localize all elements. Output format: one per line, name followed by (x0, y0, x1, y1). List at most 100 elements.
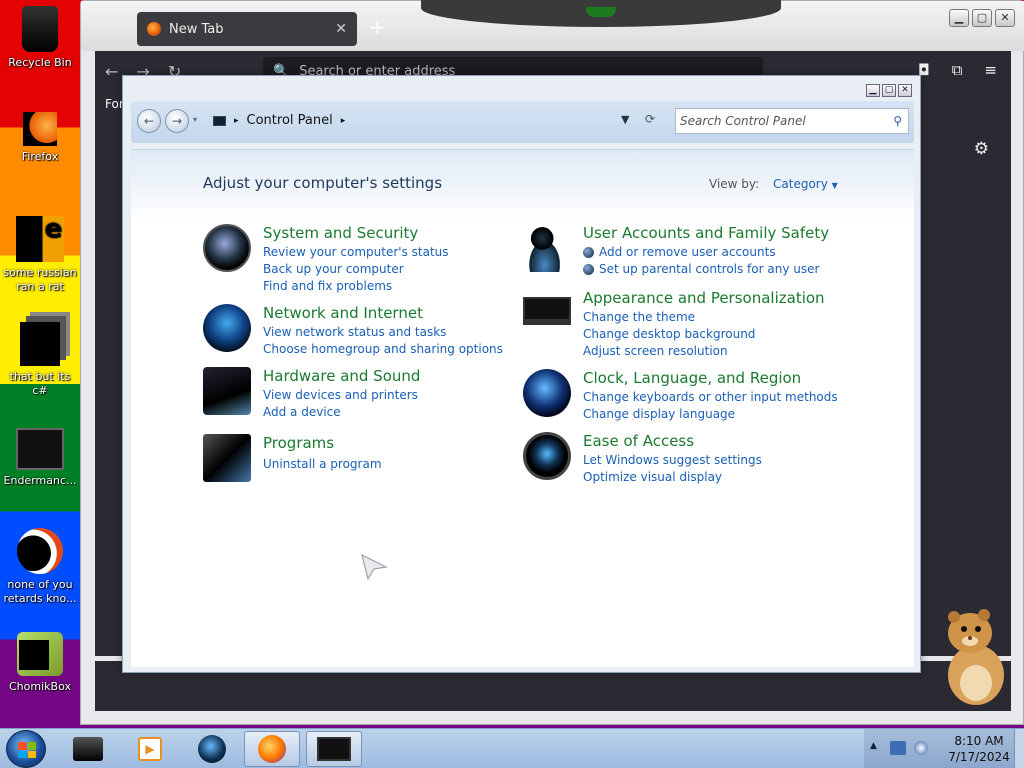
view-by-dropdown[interactable]: Category ▼ (773, 177, 838, 191)
view-by-label: View by: (709, 177, 760, 191)
category-link[interactable]: Choose homegroup and sharing options (263, 341, 503, 358)
category-link[interactable]: Find and fix problems (263, 278, 449, 295)
category-link[interactable]: Change keyboards or other input methods (583, 389, 838, 406)
desktop-icon-none-of-you[interactable]: none of you retards kno... (0, 528, 80, 606)
category-programs: Programs Uninstall a program (203, 434, 503, 484)
menu-icon[interactable]: ≡ (984, 61, 997, 79)
close-button[interactable]: ✕ (995, 9, 1015, 27)
breadcrumb-separator[interactable]: ▸ (234, 116, 239, 126)
desktop-icon-label: ChomikBox (9, 680, 71, 693)
search-icon[interactable]: ⚲ (893, 114, 902, 128)
category-network-internet: Network and Internet View network status… (203, 304, 503, 360)
category-title[interactable]: Programs (263, 434, 334, 452)
category-link[interactable]: Uninstall a program (263, 456, 382, 473)
clock-date: 7/17/2024 (948, 750, 1010, 764)
back-button[interactable]: ← (137, 109, 161, 133)
category-link[interactable]: Add or remove user accounts (583, 244, 819, 261)
shortcut-partial-text: For (105, 97, 124, 111)
category-title[interactable]: Appearance and Personalization (583, 289, 825, 307)
breadcrumb-control-panel[interactable]: Control Panel (247, 113, 333, 128)
desktop-icon-endermanch[interactable]: Endermanc... (0, 428, 80, 488)
taskbar-app-media-player[interactable]: ▶ (122, 731, 178, 767)
desktop-icon-recycle-bin[interactable]: Recycle Bin (0, 6, 80, 70)
category-appearance: Appearance and Personalization Change th… (523, 289, 843, 359)
network-icon[interactable] (914, 741, 928, 755)
circle-logo-icon (17, 528, 63, 574)
category-link[interactable]: View network status and tasks (263, 324, 503, 341)
ease-of-access-icon (523, 432, 571, 480)
category-link[interactable]: Change desktop background (583, 326, 755, 343)
search-input[interactable]: Search Control Panel ⚲ (675, 108, 909, 134)
category-link[interactable]: Let Windows suggest settings (583, 452, 762, 469)
taskbar: ▶ ▲ 8:10 AM 7/17/2024 (0, 728, 1024, 768)
desktop-icon-chomikbox[interactable]: ChomikBox (0, 632, 80, 694)
desktop-icon-label: that but its c# (9, 370, 71, 397)
action-center-icon[interactable] (890, 741, 906, 755)
category-link[interactable]: Change display language (583, 406, 838, 423)
category-title[interactable]: Network and Internet (263, 304, 423, 322)
category-user-accounts: User Accounts and Family Safety Add or r… (523, 224, 843, 280)
windows-logo-icon (18, 742, 36, 758)
globe-icon (198, 735, 226, 763)
recycle-bin-icon (22, 6, 58, 52)
clock[interactable]: 8:10 AM 7/17/2024 (944, 733, 1014, 765)
recent-pages-icon[interactable]: ▾ (193, 115, 197, 124)
taskbar-app-firefox[interactable] (244, 731, 300, 767)
tab-title: New Tab (169, 21, 224, 37)
category-title[interactable]: User Accounts and Family Safety (583, 224, 829, 242)
clock-time: 8:10 AM (954, 734, 1004, 748)
back-icon[interactable]: ← (105, 62, 118, 81)
category-title[interactable]: Hardware and Sound (263, 367, 420, 385)
document-icon: e (16, 216, 64, 262)
category-title[interactable]: Clock, Language, and Region (583, 369, 801, 387)
chevron-down-icon[interactable]: ▼ (621, 113, 629, 126)
new-tab-button[interactable]: + (369, 15, 386, 39)
cp-window-controls: ▁ ▢ ✕ (866, 84, 912, 97)
category-link[interactable]: Review your computer's status (263, 244, 449, 261)
maximize-button[interactable]: ▢ (972, 9, 992, 27)
media-player-icon: ▶ (138, 737, 162, 761)
category-hardware-sound: Hardware and Sound View devices and prin… (203, 367, 503, 423)
category-title[interactable]: Ease of Access (583, 432, 694, 450)
category-link[interactable]: Add a device (263, 404, 418, 421)
taskbar-app-control-panel-globe[interactable] (184, 731, 240, 767)
extensions-icon[interactable]: ⧉ (952, 61, 963, 79)
maximize-button[interactable]: ▢ (882, 84, 896, 97)
breadcrumb-separator[interactable]: ▸ (341, 116, 346, 126)
tab-new-tab[interactable]: New Tab ✕ (137, 12, 357, 46)
view-by: View by: Category ▼ (709, 177, 838, 191)
toolbar-right: ◘ ⧉ ≡ (918, 61, 997, 79)
printer-speaker-icon (203, 367, 251, 415)
category-link[interactable]: Change the theme (583, 309, 755, 326)
minimize-button[interactable]: ▁ (949, 9, 969, 27)
desktop-icon-rat[interactable]: e some russian ran a rat (0, 216, 80, 294)
close-tab-icon[interactable]: ✕ (335, 21, 347, 37)
browser-titlebar: New Tab ✕ + ▁ ▢ ✕ (81, 0, 1024, 51)
close-button[interactable]: ✕ (898, 84, 912, 97)
chomikbox-icon (17, 632, 63, 676)
gear-icon[interactable]: ⚙ (974, 139, 989, 159)
minimize-button[interactable]: ▁ (866, 84, 880, 97)
desktop-icon-csharp[interactable]: that but its c# (0, 322, 80, 398)
forward-button[interactable]: → (165, 109, 189, 133)
start-button[interactable] (6, 730, 46, 768)
category-link[interactable]: Optimize visual display (583, 469, 762, 486)
category-link[interactable]: Adjust screen resolution (583, 343, 755, 360)
desktop-icon-label: none of you retards kno... (3, 578, 77, 605)
category-link[interactable]: Set up parental controls for any user (583, 261, 819, 278)
show-desktop-button[interactable] (1014, 729, 1024, 768)
taskbar-app-file-manager[interactable] (60, 731, 116, 767)
chevron-down-icon: ▼ (831, 181, 838, 190)
category-link[interactable]: Back up your computer (263, 261, 449, 278)
refresh-icon[interactable]: ⟳ (645, 112, 655, 126)
firefox-icon (23, 112, 57, 146)
search-placeholder: Search Control Panel (680, 114, 806, 128)
monitor-icon (523, 297, 571, 325)
show-hidden-icons-icon[interactable]: ▲ (870, 741, 877, 751)
category-link[interactable]: View devices and printers (263, 387, 418, 404)
taskbar-app-control-panel-window[interactable] (306, 731, 362, 767)
category-title[interactable]: System and Security (263, 224, 418, 242)
mouse-cursor-icon (361, 553, 388, 581)
desktop-icon-firefox[interactable]: Firefox (0, 112, 80, 164)
programs-icon (203, 434, 251, 482)
